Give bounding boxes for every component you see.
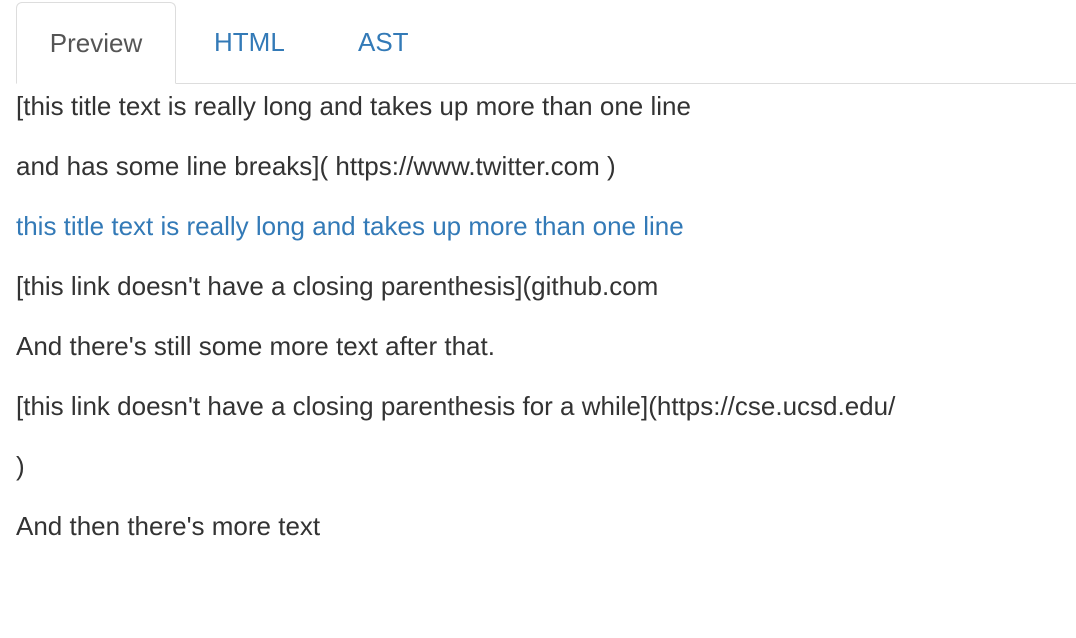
paragraph-line: )	[16, 451, 25, 481]
paragraph-line: And then there's more text	[16, 511, 321, 541]
tab-preview[interactable]: Preview	[16, 2, 176, 84]
paragraph-line: [this link doesn't have a closing parent…	[16, 271, 659, 301]
tab-bar: Preview HTML AST	[16, 0, 1076, 84]
paragraph-line: and has some line breaks]( https://www.t…	[16, 151, 616, 181]
paragraph-line: [this title text is really long and take…	[16, 91, 691, 121]
paragraph-line: And there's still some more text after t…	[16, 331, 495, 361]
title-link[interactable]: this title text is really long and takes…	[16, 211, 684, 241]
tab-ast[interactable]: AST	[358, 2, 409, 83]
tab-html[interactable]: HTML	[214, 2, 285, 83]
paragraph-line: [this link doesn't have a closing parent…	[16, 391, 896, 421]
